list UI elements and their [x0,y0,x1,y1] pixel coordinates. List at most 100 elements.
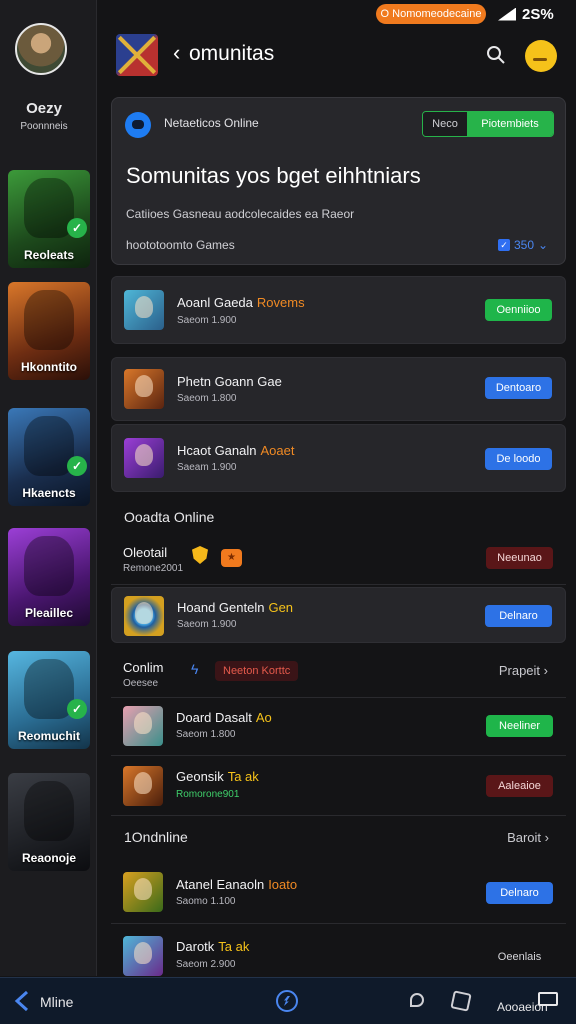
item-action-button[interactable]: Oeenlais [486,946,553,968]
selected-count[interactable]: ✓ 350 ⌄ [498,238,548,252]
item-title: Geonsik Ta ak [176,769,259,784]
game-thumbnail [123,706,163,746]
hero-title: Somunitas yos bget eihhtniars [126,163,421,188]
page-title: omunitas [189,42,275,65]
hero-subtitle: Catiioes Gasneau aodcolecaides ea Raeor [126,207,355,221]
toggle-option-right[interactable]: Piotembiets [467,112,553,136]
back-icon[interactable] [14,990,30,1012]
community-card: Netaeticos Online Neco Piotembiets Somun… [111,97,566,265]
battery-text: 2S% [522,5,554,23]
item-action-button[interactable]: Dentoaro [485,377,552,399]
list-item[interactable]: Phetn Goann Gae Saeom 1.800 Dentoaro [111,357,566,421]
list-item[interactable]: Aoanl Gaeda Rovems Saeom 1.900 Oenniioo [111,276,566,344]
game-thumbnail [124,438,164,478]
item-subtitle: Remone2001 [123,563,184,574]
notification-pill[interactable]: O Nomomeodecaine [376,4,486,24]
sidebar-tile-reomuchit[interactable]: ✓ Reomuchit [8,651,90,749]
list-item[interactable]: Darotk Ta ak Saeom 2.900 Oeenlais [111,926,566,976]
see-all-link[interactable]: Baroit › [507,830,549,845]
item-title: Phetn Goann Gae [177,374,282,389]
list-item[interactable]: Doard Dasalt Ao Saeom 1.800 Neeliner [111,698,566,756]
list-item[interactable]: Hcaot Ganaln Aoaet Saeam 1.900 De loodo [111,424,566,492]
item-subtitle: Saomo 1.100 [176,896,236,907]
online-label: Netaeticos Online [164,116,259,130]
chat-icon [125,112,151,138]
sidebar-tile-label: Reoleats [23,248,75,262]
bottom-nav: Mline Aooaeion [0,977,576,1024]
item-subtitle: Romorone901 [176,789,240,800]
window-icon[interactable] [538,992,558,1006]
item-subtitle: Saeom 1.900 [177,315,237,326]
item-subtitle: Saeom 2.900 [176,959,236,970]
item-title: Darotk Ta ak [176,939,250,954]
item-action-button[interactable]: Neeliner [486,715,553,737]
chevron-left-icon[interactable]: ‹ [173,40,180,66]
list-item[interactable]: Geonsik Ta ak Romorone901 Aaleaioe [111,758,566,816]
sidebar-tile-label: Reaonoje [21,851,76,865]
list-item[interactable]: Conlim Oeesee ϟ Neeton Korttc Prapeit › [111,646,566,698]
count-value: 350 [514,238,535,252]
signal-icon [498,7,516,21]
game-thumbnail [123,872,163,912]
sidebar-tile-label: Hkaencts [22,486,76,500]
list-item[interactable]: Hoand Genteln Gen Saeom 1.900 Delnaro [111,587,566,643]
item-title: Oleotail [123,545,168,560]
emoji-icon[interactable] [525,40,557,72]
shield-icon [192,546,208,564]
sidebar-tile-reoleats[interactable]: ✓ Reoleats [8,170,90,268]
game-thumbnail [124,596,164,636]
item-subtitle: Saeam 1.900 [177,462,237,473]
sidebar-tile-reaonoje[interactable]: Reaonoje [8,773,90,871]
profile-name: Oezy [26,100,62,117]
nav-label-left[interactable]: Mline [40,994,73,1010]
item-action-button[interactable]: Aaleaioe [486,775,553,797]
view-toggle[interactable]: Neco Piotembiets [422,111,554,137]
game-thumbnail [124,290,164,330]
item-action-button[interactable]: Oenniioo [485,299,552,321]
list-item[interactable]: Oleotail Remone2001 ★ Neeunao [111,531,566,585]
hero-footer: hoototoomto Games [126,238,235,252]
pin-icon[interactable] [410,993,424,1007]
item-title: Atanel Eanaoln Ioato [176,877,298,892]
check-icon: ✓ [67,218,87,238]
sidebar-tile-hkaencts[interactable]: ✓ Hkaencts [8,408,90,506]
checkbox-icon: ✓ [498,239,510,251]
game-art [24,290,74,350]
item-subtitle: Saeom 1.800 [176,729,236,740]
compass-icon[interactable] [276,990,298,1012]
item-subtitle: Oeesee [123,678,159,689]
game-thumbnail [124,369,164,409]
item-action-button[interactable]: De loodo [485,448,552,470]
bolt-icon: ϟ [191,661,199,677]
game-art [24,781,74,841]
sidebar-tile-label: Pleaillec [24,606,74,620]
gift-icon[interactable] [450,990,472,1012]
section-title-online: Ooadta Online [124,509,215,525]
see-all-link[interactable]: Prapeit › [499,663,548,678]
search-icon[interactable] [485,44,507,66]
item-title: Aoanl Gaeda Rovems [177,295,305,310]
status-indicators: 2S% [498,4,554,24]
game-thumbnail [123,936,163,976]
sidebar-tile-hkonntito[interactable]: Hkonntito [8,282,90,380]
status-badge: ★ [221,549,242,567]
profile-subtitle: Poonnneis [20,121,68,132]
sidebar-tile-pleaillec[interactable]: Pleaillec [8,528,90,626]
sidebar: Oezy Poonnneis ✓ Reoleats Hkonntito ✓ Hk… [0,0,97,976]
item-action-button[interactable]: Delnaro [485,605,552,627]
item-title: Conlim [123,660,164,675]
game-thumbnail [123,766,163,806]
check-icon: ✓ [67,699,87,719]
item-action-button[interactable]: Neeunao [486,547,553,569]
chevron-down-icon: ⌄ [538,238,549,252]
item-action-button[interactable]: Delnaro [486,882,553,904]
toggle-option-left[interactable]: Neco [423,112,467,136]
item-subtitle: Saeom 1.900 [177,619,237,630]
item-title: Doard Dasalt Ao [176,710,272,725]
avatar[interactable] [15,23,67,75]
sidebar-tile-label: Reomuchit [17,729,80,743]
game-art [24,536,74,596]
status-badge: Neeton Korttc [215,661,299,681]
list-item[interactable]: Atanel Eanaoln Ioato Saomo 1.100 Delnaro [111,862,566,924]
item-title: Hoand Genteln Gen [177,600,294,615]
